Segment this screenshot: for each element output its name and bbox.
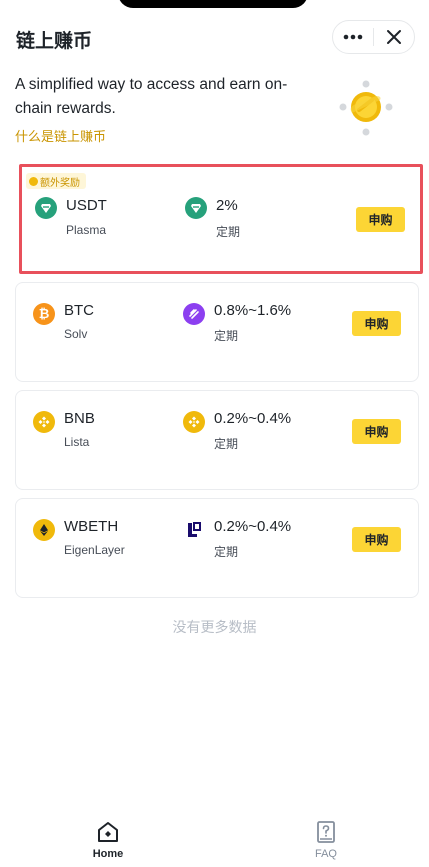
bonus-icon [29,176,38,186]
product-card-wbeth[interactable]: WBETH EigenLayer 0.2%~0.4% 定期 申购 [15,498,419,598]
term-label: 定期 [214,437,239,451]
eigenlayer-icon [183,519,205,541]
mini-program-capsule [332,20,415,54]
product-list: 额外奖励 USDT Plasma 2% 定期 申购 ₿ BTC Solv 0.8… [15,164,423,606]
btc-icon: ₿ [33,303,55,325]
bnb-icon [33,411,55,433]
close-icon [387,30,401,44]
no-more-data-text: 没有更多数据 [172,620,257,636]
what-is-onchain-earn-link[interactable]: 什么是链上赚币 [15,126,106,145]
bnb-icon [183,411,205,433]
term-label: 定期 [216,225,241,239]
bonus-label: 额外奖励 [40,177,80,189]
protocol-name: Plasma [66,223,107,237]
protocol-name: Solv [64,327,88,341]
bottom-tab-bar: Home FAQ [0,810,429,867]
apr-value: 2% [216,197,238,214]
subscribe-button[interactable]: 申购 [356,207,405,232]
intro-text: A simplified way to access and earn on-c… [15,76,288,117]
wbeth-icon [33,519,55,541]
usdt-icon [35,197,57,219]
subscribe-button[interactable]: 申购 [352,311,401,336]
asset-name: WBETH [64,518,119,535]
tab-faq-label: FAQ [314,848,337,860]
coin-illustration [339,80,393,136]
tab-home-label: Home [92,848,124,860]
page-title: 链上赚币 [16,30,93,52]
close-button[interactable] [374,21,414,53]
product-card-btc[interactable]: ₿ BTC Solv 0.8%~1.6% 定期 申购 [15,282,419,382]
asset-name: BNB [64,410,95,427]
asset-name: USDT [66,197,107,214]
solv-icon [183,303,205,325]
tab-home[interactable]: Home [68,820,148,860]
apr-value: 0.2%~0.4% [214,410,292,427]
header: 链上赚币 [0,0,429,76]
home-icon [98,822,118,842]
product-card-bnb[interactable]: BNB Lista 0.2%~0.4% 定期 申购 [15,390,419,490]
term-label: 定期 [214,329,239,343]
usdt-icon [185,197,207,219]
more-dots-icon [343,34,363,40]
tab-faq[interactable]: FAQ [286,820,366,860]
product-card-usdt[interactable]: 额外奖励 USDT Plasma 2% 定期 申购 [19,164,423,274]
asset-name: BTC [64,302,94,319]
more-button[interactable] [333,21,373,53]
bonus-badge: 额外奖励 [26,173,86,189]
protocol-name: Lista [64,435,90,449]
apr-value: 0.2%~0.4% [214,518,292,535]
faq-icon [317,821,335,843]
subscribe-button[interactable]: 申购 [352,527,401,552]
protocol-name: EigenLayer [64,543,125,557]
term-label: 定期 [214,545,239,559]
subscribe-button[interactable]: 申购 [352,419,401,444]
apr-value: 0.8%~1.6% [214,302,292,319]
